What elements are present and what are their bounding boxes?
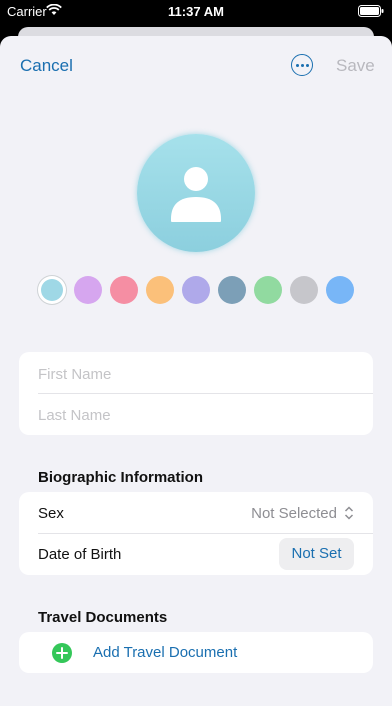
- first-name-field[interactable]: First Name: [38, 366, 111, 383]
- last-name-field[interactable]: Last Name: [38, 407, 111, 424]
- travel-documents-section-header: Travel Documents: [38, 609, 168, 626]
- color-swatch[interactable]: [74, 276, 102, 304]
- name-card: First Name Last Name: [19, 352, 373, 435]
- sex-picker[interactable]: Not Selected: [251, 505, 337, 522]
- battery-icon: [358, 5, 384, 20]
- add-travel-document-button[interactable]: Add Travel Document: [93, 644, 237, 661]
- divider: [38, 533, 373, 534]
- color-swatch[interactable]: [326, 276, 354, 304]
- color-swatch[interactable]: [290, 276, 318, 304]
- modal-sheet: Cancel Save First Name Last Name Biograp…: [0, 36, 392, 706]
- color-swatch[interactable]: [182, 276, 210, 304]
- status-bar: Carrier 11:37 AM: [0, 0, 392, 22]
- ellipsis-circle-icon[interactable]: [291, 54, 313, 76]
- save-button[interactable]: Save: [336, 56, 375, 76]
- status-time: 11:37 AM: [168, 4, 224, 19]
- biographic-card: Sex Not Selected Date of Birth Not Set: [19, 492, 373, 575]
- color-swatch[interactable]: [146, 276, 174, 304]
- sex-label: Sex: [38, 505, 64, 522]
- chevron-up-down-icon[interactable]: [344, 506, 354, 525]
- avatar[interactable]: [137, 134, 255, 252]
- add-travel-document-row[interactable]: Add Travel Document: [19, 632, 373, 673]
- plus-circle-icon: [52, 643, 72, 663]
- dob-button[interactable]: Not Set: [279, 538, 354, 570]
- color-swatch[interactable]: [254, 276, 282, 304]
- biographic-section-header: Biographic Information: [38, 469, 203, 486]
- color-swatch[interactable]: [218, 276, 246, 304]
- person-icon: [171, 167, 221, 222]
- cancel-button[interactable]: Cancel: [20, 56, 73, 76]
- dob-label: Date of Birth: [38, 546, 122, 563]
- color-swatch[interactable]: [41, 279, 63, 301]
- color-swatch[interactable]: [110, 276, 138, 304]
- divider: [38, 393, 373, 394]
- color-picker: [37, 276, 357, 306]
